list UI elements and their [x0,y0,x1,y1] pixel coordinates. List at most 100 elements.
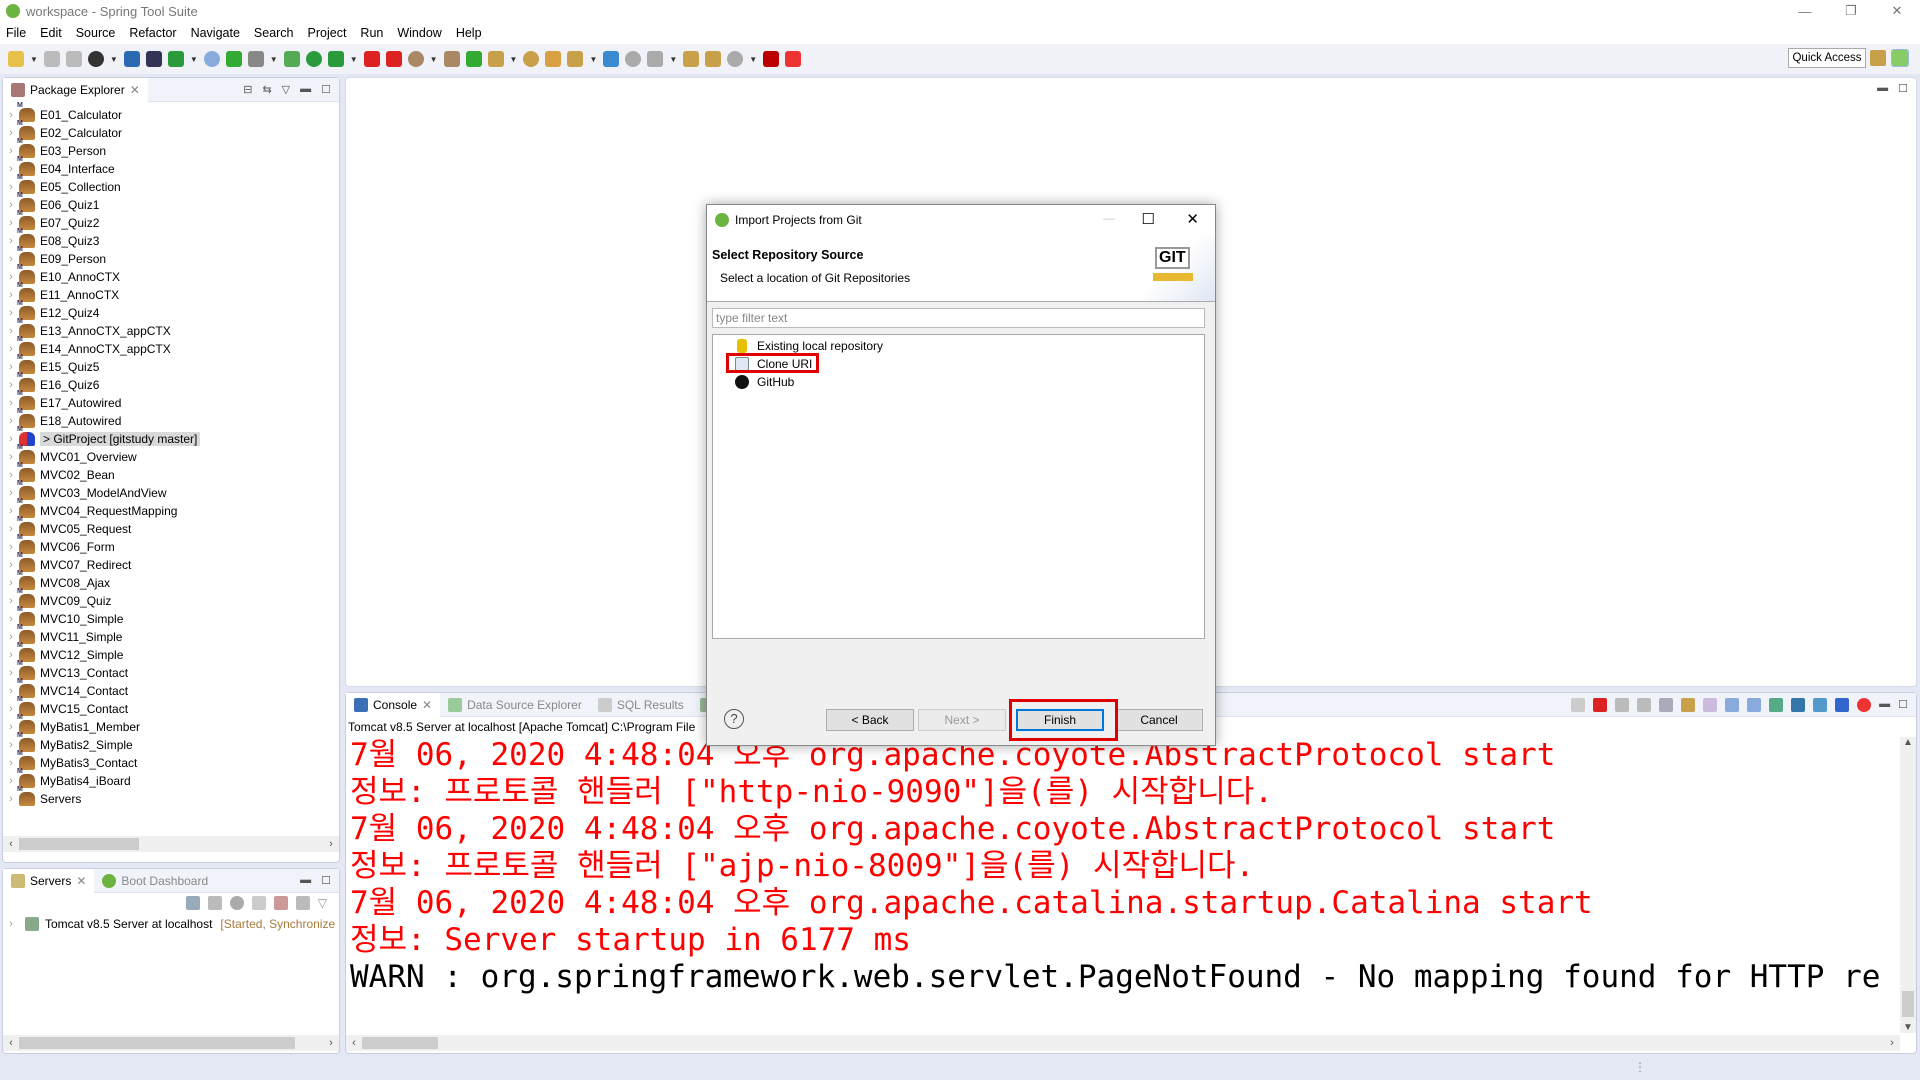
clear-console-icon[interactable] [1659,698,1674,712]
project-item[interactable]: ›MVC12_Simple [3,642,339,664]
project-item[interactable]: › Servers [3,786,339,808]
debug-server-icon[interactable] [207,896,222,910]
project-item[interactable]: ›E16_Quiz6 [3,372,339,394]
project-item[interactable]: ›E08_Quiz3 [3,228,339,250]
back-button[interactable]: < Back [826,709,914,731]
show-stderr-icon[interactable] [1747,698,1762,712]
minimize-button[interactable]: — [1782,0,1828,22]
horizontal-scrollbar[interactable]: ‹ › [3,1035,339,1051]
toolbar-button-15-icon[interactable] [407,51,424,67]
toolbar-button-25-icon[interactable] [683,51,700,67]
toolbar-button-12-icon[interactable] [327,51,344,67]
project-item[interactable]: ›MyBatis2_Simple [3,732,339,754]
toolbar-dropdown-icon[interactable]: ▼ [430,55,438,64]
project-item[interactable]: ›MVC08_Ajax [3,570,339,592]
next-button[interactable]: Next > [918,709,1006,731]
toolbar-button-6-icon[interactable] [167,51,184,67]
publish-icon[interactable] [295,896,310,910]
menu-refactor[interactable]: Refactor [129,26,176,40]
toolbar-button-13-icon[interactable] [363,51,380,67]
project-item[interactable]: ›E02_Calculator [3,120,339,142]
project-item[interactable]: ›E04_Interface [3,156,339,178]
project-item[interactable]: ›MVC02_Bean [3,462,339,484]
toolbar-dropdown-icon[interactable]: ▼ [589,55,597,64]
filter-input[interactable]: type filter text [712,308,1205,328]
cancel-button[interactable]: Cancel [1115,709,1203,731]
project-item[interactable]: ›E11_AnnoCTX [3,282,339,304]
spring-perspective-icon[interactable] [1891,49,1909,67]
maximize-view-icon[interactable]: ☐ [321,874,331,887]
toolbar-dropdown-icon[interactable]: ▼ [350,55,358,64]
toolbar-dropdown-icon[interactable]: ▼ [510,55,518,64]
project-item[interactable]: ›E07_Quiz2 [3,210,339,232]
toolbar-button-0-icon[interactable] [8,51,24,67]
spring-console-icon[interactable] [1835,698,1850,712]
project-item[interactable]: ›MyBatis3_Contact [3,750,339,772]
boot-icon[interactable] [1857,698,1872,712]
menu-file[interactable]: File [6,26,26,40]
open-perspective-icon[interactable] [1870,50,1886,66]
project-item[interactable]: ›MVC09_Quiz [3,588,339,610]
project-item[interactable]: ›E03_Person [3,138,339,160]
toolbar-button-18-icon[interactable] [487,51,504,67]
toolbar-button-22-icon[interactable] [603,51,620,67]
project-item[interactable]: ›E13_AnnoCTX_appCTX [3,318,339,340]
project-item[interactable]: ›MVC03_ModelAndView [3,480,339,502]
project-item[interactable]: ›E06_Quiz1 [3,192,339,214]
menu-run[interactable]: Run [360,26,383,40]
toolbar-button-20-icon[interactable] [545,51,562,67]
tab-package-explorer[interactable]: Package Explorer ✕ [3,77,148,102]
toolbar-button-24-icon[interactable] [647,51,664,67]
project-item[interactable]: ›> GitProject [gitstudy master] [3,426,339,448]
project-item[interactable]: ›MVC05_Request [3,516,339,538]
project-item[interactable]: ›E14_AnnoCTX_appCTX [3,336,339,358]
view-menu-icon[interactable]: ▽ [282,83,290,96]
project-item[interactable]: ›MVC10_Simple [3,606,339,628]
menu-search[interactable]: Search [254,26,294,40]
remove-all-icon[interactable] [1637,698,1652,712]
menu-project[interactable]: Project [308,26,347,40]
project-item[interactable]: ›E18_Autowired [3,408,339,430]
toolbar-dropdown-icon[interactable]: ▼ [190,55,198,64]
profile-server-icon[interactable] [251,896,266,910]
toolbar-button-14-icon[interactable] [385,51,402,67]
open-console-icon[interactable] [1813,698,1828,712]
toolbar-dropdown-icon[interactable]: ▼ [30,55,38,64]
toolbar-button-21-icon[interactable] [567,51,584,67]
toolbar-button-19-icon[interactable] [523,51,540,67]
toolbar-button-23-icon[interactable] [625,51,642,67]
toolbar-button-9-icon[interactable] [247,51,264,67]
tab-sql-results[interactable]: SQL Results [590,693,692,717]
project-item[interactable]: ›MVC14_Contact [3,678,339,700]
tab-servers[interactable]: Servers ✕ [3,868,95,893]
scroll-lock-icon[interactable] [1681,698,1696,712]
horizontal-scrollbar[interactable]: ‹ › [346,1035,1900,1051]
toolbar-button-26-icon[interactable] [705,51,722,67]
horizontal-scrollbar[interactable]: ‹ › [3,836,339,852]
project-item[interactable]: ›MVC06_Form [3,534,339,556]
menu-edit[interactable]: Edit [40,26,62,40]
link-editor-icon[interactable]: ⇆ [262,83,271,96]
close-button[interactable]: ✕ [1874,0,1920,22]
toolbar-dropdown-icon[interactable]: ▼ [749,55,757,64]
pin-console-icon[interactable] [1769,698,1784,712]
view-menu-icon[interactable]: ▽ [318,896,327,910]
minimize-view-icon[interactable]: ▬ [300,874,311,887]
project-item[interactable]: ›MVC07_Redirect [3,552,339,574]
minimize-view-icon[interactable]: ▬ [300,83,311,96]
toolbar-dropdown-icon[interactable]: ▼ [110,55,118,64]
toolbar-button-1-icon[interactable] [43,51,60,67]
remove-launch-icon[interactable] [1571,698,1586,712]
dialog-minimize-button[interactable]: — [1103,211,1115,225]
menu-navigate[interactable]: Navigate [191,26,240,40]
project-item[interactable]: ›MVC13_Contact [3,660,339,682]
dialog-maximize-button[interactable]: ☐ [1142,210,1155,228]
project-item[interactable]: ›MyBatis4_iBoard [3,768,339,790]
project-item[interactable]: ›MVC15_Contact [3,696,339,718]
toolbar-button-7-icon[interactable] [203,51,220,67]
restore-button[interactable]: ❐ [1828,0,1874,22]
minimize-editor-icon[interactable]: ▬ [1877,82,1888,95]
toolbar-button-8-icon[interactable] [225,51,242,67]
collapse-icon[interactable] [185,896,200,910]
vertical-scrollbar[interactable]: ▲ ▼ [1900,737,1916,1033]
